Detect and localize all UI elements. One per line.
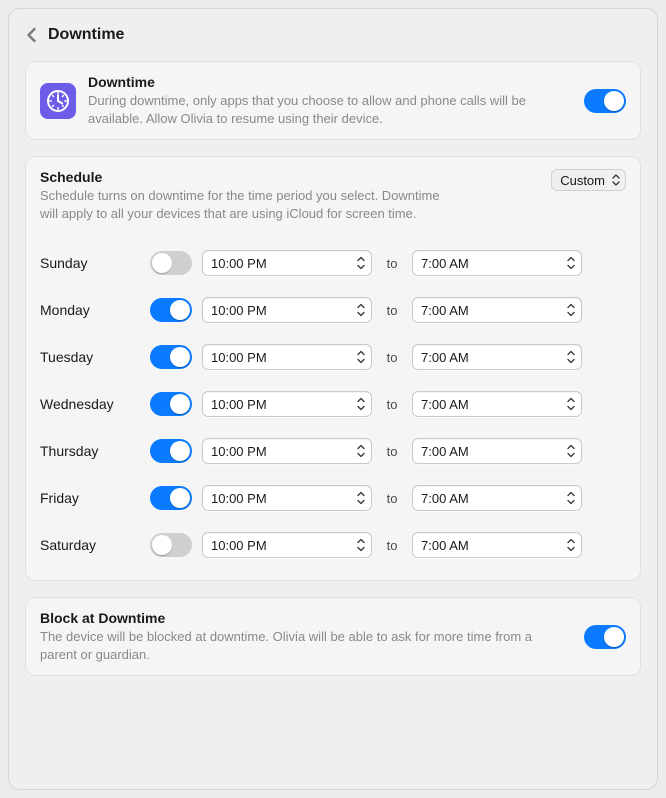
stepper-buttons[interactable]	[351, 299, 369, 321]
stepper-buttons[interactable]	[351, 252, 369, 274]
from-time-stepper[interactable]: 10:00 PM	[202, 297, 372, 323]
stepper-buttons[interactable]	[561, 440, 579, 462]
downtime-master-card: Downtime During downtime, only apps that…	[25, 61, 641, 140]
stepper-buttons[interactable]	[561, 346, 579, 368]
to-label: to	[382, 397, 402, 412]
block-description: The device will be blocked at downtime. …	[40, 628, 572, 663]
from-time-stepper[interactable]: 10:00 PM	[202, 391, 372, 417]
downtime-master-description: During downtime, only apps that you choo…	[88, 92, 572, 127]
stepper-buttons[interactable]	[561, 534, 579, 556]
day-list: Sunday 10:00 PM to 7:00 AM Monday 10:00 PM to 7…	[40, 240, 626, 568]
to-time-value: 7:00 AM	[421, 538, 561, 553]
to-label: to	[382, 256, 402, 271]
day-label: Monday	[40, 302, 140, 318]
schedule-card: Schedule Schedule turns on downtime for …	[25, 156, 641, 581]
block-title: Block at Downtime	[40, 610, 572, 626]
day-toggle[interactable]	[150, 251, 192, 275]
stepper-buttons[interactable]	[351, 487, 369, 509]
from-time-stepper[interactable]: 10:00 PM	[202, 438, 372, 464]
day-row: Wednesday 10:00 PM to 7:00 AM	[40, 380, 626, 427]
schedule-title: Schedule	[40, 169, 539, 185]
day-row: Sunday 10:00 PM to 7:00 AM	[40, 240, 626, 286]
back-button[interactable]	[25, 26, 38, 44]
to-time-value: 7:00 AM	[421, 256, 561, 271]
day-toggle[interactable]	[150, 345, 192, 369]
downtime-panel: Downtime	[8, 8, 658, 790]
to-time-stepper[interactable]: 7:00 AM	[412, 344, 582, 370]
stepper-buttons[interactable]	[351, 346, 369, 368]
from-time-value: 10:00 PM	[211, 444, 351, 459]
day-label: Sunday	[40, 255, 140, 271]
from-time-stepper[interactable]: 10:00 PM	[202, 485, 372, 511]
from-time-value: 10:00 PM	[211, 491, 351, 506]
day-row: Thursday 10:00 PM to 7:00 AM	[40, 427, 626, 474]
day-row: Tuesday 10:00 PM to 7:00 AM	[40, 333, 626, 380]
schedule-description: Schedule turns on downtime for the time …	[40, 187, 460, 222]
to-label: to	[382, 303, 402, 318]
day-toggle[interactable]	[150, 533, 192, 557]
day-label: Friday	[40, 490, 140, 506]
from-time-value: 10:00 PM	[211, 256, 351, 271]
to-time-stepper[interactable]: 7:00 AM	[412, 250, 582, 276]
from-time-value: 10:00 PM	[211, 538, 351, 553]
day-toggle[interactable]	[150, 392, 192, 416]
stepper-buttons[interactable]	[351, 393, 369, 415]
day-label: Tuesday	[40, 349, 140, 365]
from-time-stepper[interactable]: 10:00 PM	[202, 250, 372, 276]
day-label: Thursday	[40, 443, 140, 459]
from-time-value: 10:00 PM	[211, 397, 351, 412]
day-toggle[interactable]	[150, 486, 192, 510]
downtime-clock-icon	[40, 83, 76, 119]
page-title: Downtime	[48, 26, 124, 44]
schedule-mode-label: Custom	[560, 173, 605, 188]
day-row: Monday 10:00 PM to 7:00 AM	[40, 286, 626, 333]
to-label: to	[382, 350, 402, 365]
to-time-value: 7:00 AM	[421, 397, 561, 412]
day-label: Wednesday	[40, 396, 140, 412]
downtime-master-title: Downtime	[88, 74, 572, 90]
stepper-buttons[interactable]	[351, 440, 369, 462]
to-label: to	[382, 491, 402, 506]
updown-chevron-icon	[611, 173, 621, 187]
from-time-value: 10:00 PM	[211, 350, 351, 365]
day-toggle[interactable]	[150, 439, 192, 463]
block-at-downtime-card: Block at Downtime The device will be blo…	[25, 597, 641, 676]
to-time-stepper[interactable]: 7:00 AM	[412, 532, 582, 558]
to-time-stepper[interactable]: 7:00 AM	[412, 485, 582, 511]
stepper-buttons[interactable]	[561, 252, 579, 274]
stepper-buttons[interactable]	[561, 299, 579, 321]
to-time-value: 7:00 AM	[421, 350, 561, 365]
day-label: Saturday	[40, 537, 140, 553]
from-time-stepper[interactable]: 10:00 PM	[202, 532, 372, 558]
schedule-mode-dropdown[interactable]: Custom	[551, 169, 626, 191]
from-time-value: 10:00 PM	[211, 303, 351, 318]
to-time-stepper[interactable]: 7:00 AM	[412, 391, 582, 417]
to-time-value: 7:00 AM	[421, 444, 561, 459]
to-label: to	[382, 444, 402, 459]
day-toggle[interactable]	[150, 298, 192, 322]
stepper-buttons[interactable]	[561, 393, 579, 415]
to-time-stepper[interactable]: 7:00 AM	[412, 438, 582, 464]
downtime-master-toggle[interactable]	[584, 89, 626, 113]
from-time-stepper[interactable]: 10:00 PM	[202, 344, 372, 370]
to-time-value: 7:00 AM	[421, 303, 561, 318]
day-row: Friday 10:00 PM to 7:00 AM	[40, 474, 626, 521]
block-at-downtime-toggle[interactable]	[584, 625, 626, 649]
to-label: to	[382, 538, 402, 553]
day-row: Saturday 10:00 PM to 7:00 AM	[40, 521, 626, 568]
to-time-value: 7:00 AM	[421, 491, 561, 506]
stepper-buttons[interactable]	[561, 487, 579, 509]
header-bar: Downtime	[25, 9, 641, 61]
stepper-buttons[interactable]	[351, 534, 369, 556]
to-time-stepper[interactable]: 7:00 AM	[412, 297, 582, 323]
